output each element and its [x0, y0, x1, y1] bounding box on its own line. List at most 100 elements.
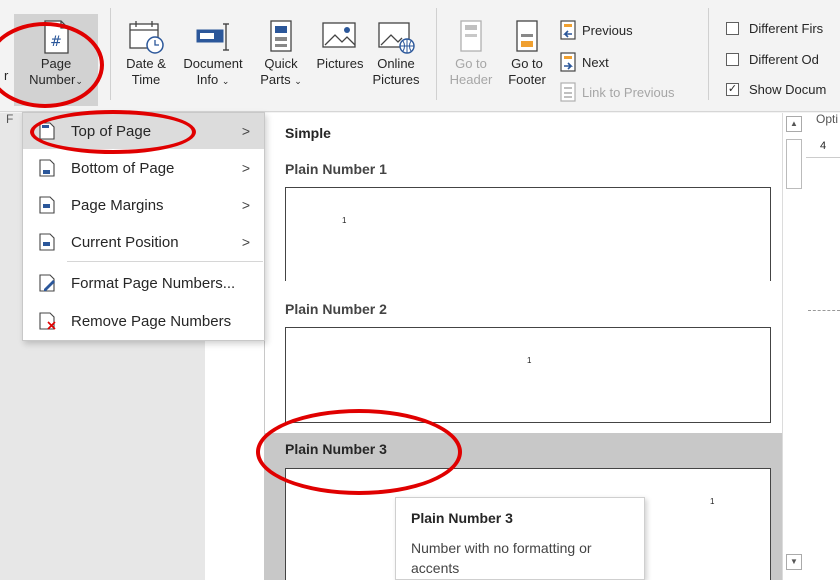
ribbon: r # Page Number⌄ Date & Time Document In… [0, 0, 840, 112]
page-number-preview: 1 [342, 216, 347, 225]
format-page-numbers-icon [39, 274, 55, 292]
menu-item-top-of-page[interactable]: Top of Page > [23, 113, 264, 149]
tooltip-description: Number with no formatting or accents [411, 540, 592, 576]
different-first-page-checkbox[interactable]: Different Firs [726, 21, 823, 36]
online-pictures-button[interactable]: Online Pictures [366, 20, 426, 88]
gallery-item-plain-number-2[interactable]: 1 [285, 327, 771, 423]
page-number-label-1: Page [40, 56, 72, 71]
next-label: Next [582, 54, 609, 70]
checkbox[interactable] [726, 22, 739, 35]
go-to-header-button[interactable]: Go to Header [446, 20, 496, 88]
page-number-preview: 1 [527, 356, 532, 365]
gallery-item-label: Plain Number 3 [285, 441, 387, 457]
gallery-item-plain-number-1[interactable]: 1 [285, 187, 771, 281]
quick-parts-label-2: Parts [260, 72, 291, 87]
checkbox[interactable] [726, 53, 739, 66]
date-time-button[interactable]: Date & Time [118, 20, 174, 88]
header-boundary [808, 310, 840, 311]
pictures-button[interactable]: Pictures [312, 20, 368, 72]
link-to-previous-button[interactable]: Link to Previous [558, 82, 675, 102]
link-to-previous-icon [560, 82, 576, 102]
top-of-page-icon [39, 122, 55, 140]
next-button[interactable]: Next [558, 52, 609, 72]
menu-item-label: Bottom of Page [71, 159, 175, 177]
gallery-item-label: Plain Number 2 [285, 301, 387, 317]
menu-item-label: Top of Page [71, 122, 152, 140]
document-info-label-1: Document [183, 56, 243, 71]
menu-item-format-page-numbers[interactable]: Format Page Numbers... [23, 265, 264, 301]
submenu-arrow-icon: > [241, 197, 250, 213]
header-icon [460, 20, 482, 52]
group-label: Opti [816, 112, 839, 126]
date-time-label-2: Time [131, 72, 161, 87]
option-label: Different Od [749, 52, 819, 67]
page-number-preview: 1 [710, 497, 715, 506]
chevron-down-icon: ⌄ [75, 76, 83, 86]
menu-divider [67, 261, 263, 262]
option-label: Different Firs [749, 21, 824, 36]
quick-parts-button[interactable]: Quick Parts ⌄ [254, 20, 308, 89]
submenu-arrow-icon: > [241, 123, 250, 139]
scroll-down-icon[interactable]: ▼ [786, 554, 802, 570]
gallery-scrollbar[interactable]: ▲ ▼ [782, 113, 806, 580]
gallery-tooltip: Plain Number 3 Number with no formatting… [395, 497, 645, 580]
group-label: F [6, 112, 14, 126]
previous-label: Previous [582, 22, 633, 38]
quick-parts-icon [270, 20, 292, 52]
document-info-icon [196, 23, 229, 51]
menu-item-current-position[interactable]: Current Position > [23, 224, 264, 260]
show-document-text-checkbox[interactable]: ✓ Show Docum [726, 82, 826, 97]
option-label: Show Docum [749, 82, 827, 97]
gallery-item-label: Plain Number 1 [285, 161, 387, 177]
ribbon-separator [110, 8, 111, 100]
menu-item-bottom-of-page[interactable]: Bottom of Page > [23, 150, 264, 186]
previous-button[interactable]: Previous [558, 20, 633, 40]
next-section-icon [560, 52, 576, 72]
online-pictures-label-1: Online [377, 56, 415, 71]
online-pictures-icon [378, 22, 415, 54]
chevron-down-icon: ⌄ [221, 76, 230, 86]
go-to-footer-button[interactable]: Go to Footer [502, 20, 552, 88]
quick-parts-label-1: Quick [264, 56, 298, 71]
online-pictures-label-2: Pictures [372, 72, 420, 87]
page-number-menu: Top of Page > Bottom of Page > Page Marg… [22, 112, 265, 341]
ribbon-separator [708, 8, 709, 100]
date-time-label-1: Date & [126, 56, 166, 71]
pictures-label: Pictures [316, 56, 364, 71]
menu-item-remove-page-numbers[interactable]: Remove Page Numbers [23, 303, 264, 339]
different-odd-even-checkbox[interactable]: Different Od [726, 52, 819, 67]
ribbon-separator [436, 8, 437, 100]
checkbox-checked[interactable]: ✓ [726, 83, 739, 96]
document-info-label-2: Info [196, 72, 219, 87]
document-info-button[interactable]: Document Info ⌄ [176, 20, 250, 89]
svg-text:#: # [50, 34, 62, 50]
scroll-up-icon[interactable]: ▲ [786, 116, 802, 132]
go-to-footer-label-2: Footer [508, 72, 546, 87]
submenu-arrow-icon: > [241, 234, 250, 250]
scroll-thumb[interactable] [786, 139, 802, 189]
submenu-arrow-icon: > [241, 160, 250, 176]
link-to-previous-label: Link to Previous [582, 84, 675, 100]
footer-icon [516, 20, 538, 52]
previous-section-icon [560, 20, 576, 40]
menu-item-label: Format Page Numbers... [71, 274, 236, 292]
page-margins-icon [39, 196, 55, 214]
menu-item-label: Page Margins [71, 196, 164, 214]
go-to-footer-label-1: Go to [511, 56, 543, 71]
ruler: 4 [800, 136, 840, 158]
menu-item-label: Remove Page Numbers [71, 312, 232, 330]
calendar-clock-icon [129, 21, 164, 54]
page-number-button[interactable]: # Page Number⌄ [14, 14, 98, 106]
remove-page-numbers-icon [39, 312, 56, 330]
page-number-label-2: Number [29, 72, 76, 87]
current-position-icon [39, 233, 55, 251]
go-to-header-label-2: Header [449, 72, 493, 87]
ruler-tick: 4 [820, 140, 827, 152]
bottom-of-page-icon [39, 159, 55, 177]
menu-item-label: Current Position [71, 233, 179, 251]
menu-item-page-margins[interactable]: Page Margins > [23, 187, 264, 223]
tooltip-title: Plain Number 3 [411, 510, 513, 526]
chevron-down-icon: ⌄ [294, 76, 302, 86]
page-number-icon: # [44, 20, 69, 54]
pictures-icon [322, 22, 356, 48]
